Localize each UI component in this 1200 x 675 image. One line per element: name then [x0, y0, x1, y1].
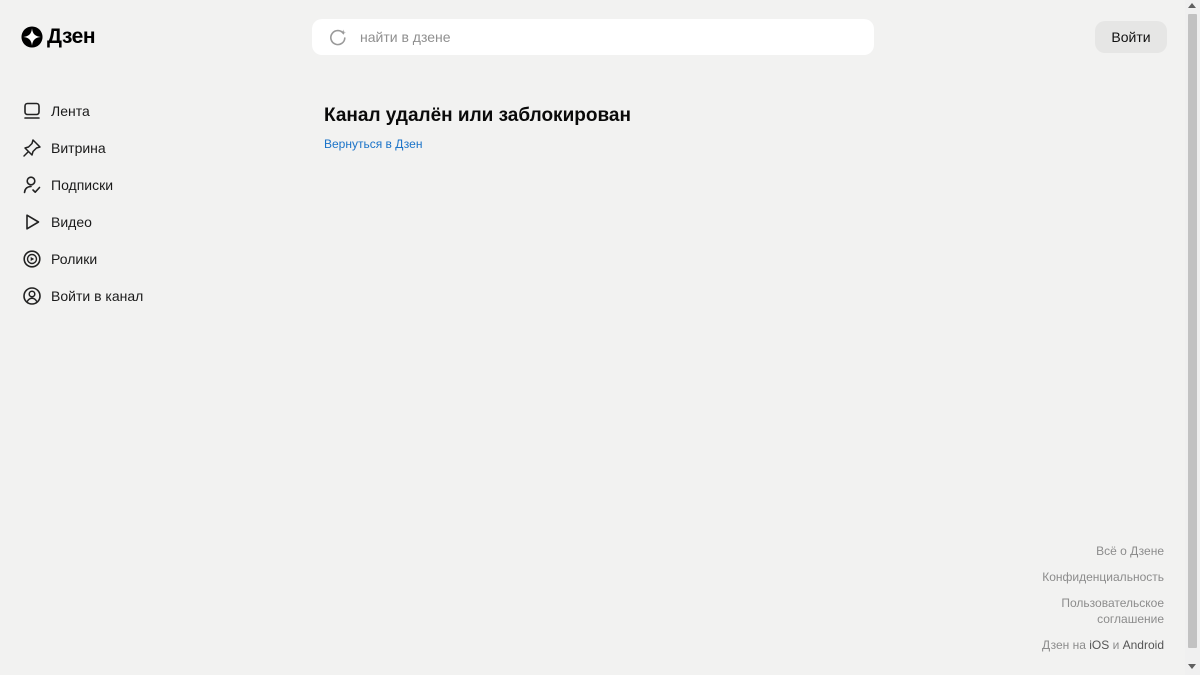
logo-text: Дзен: [47, 25, 96, 48]
dzen-logo[interactable]: Дзен: [21, 25, 96, 49]
sidebar-item-label: Ролики: [51, 250, 98, 267]
sidebar-item-showcase[interactable]: Витрина: [22, 129, 143, 166]
apps-prefix: Дзен на: [1042, 638, 1086, 652]
page-title: Канал удалён или заблокирован: [324, 105, 631, 126]
sidebar-item-label: Войти в канал: [51, 287, 144, 304]
terms-link[interactable]: Пользовательское соглашение: [1044, 595, 1164, 627]
apps-line: Дзен на iOS и Android: [1042, 637, 1164, 653]
sidebar-nav: Лента Витрина Подписки Видео Ролики Войт…: [22, 92, 143, 314]
search-icon: [330, 29, 346, 46]
profile-icon: [23, 286, 41, 305]
sidebar-item-shorts[interactable]: Ролики: [22, 240, 143, 277]
about-link[interactable]: Всё о Дзене: [1042, 543, 1164, 559]
android-link[interactable]: Android: [1123, 638, 1164, 652]
sidebar-item-label: Видео: [51, 213, 92, 230]
sidebar-item-login-channel[interactable]: Войти в канал: [22, 277, 143, 314]
ios-link[interactable]: iOS: [1089, 638, 1109, 652]
sidebar-item-video[interactable]: Видео: [22, 203, 143, 240]
search-bar[interactable]: [312, 19, 874, 55]
privacy-link[interactable]: Конфиденциальность: [1042, 569, 1164, 585]
scroll-down-arrow-icon[interactable]: [1188, 664, 1196, 669]
back-to-dzen-link[interactable]: Вернуться в Дзен: [324, 137, 422, 151]
scroll-up-arrow-icon[interactable]: [1188, 3, 1196, 8]
feed-icon: [24, 102, 40, 119]
subscriptions-icon: [23, 175, 41, 193]
footer-links: Всё о Дзене Конфиденциальность Пользоват…: [1042, 543, 1164, 653]
shorts-icon: [23, 249, 41, 268]
login-button[interactable]: Войти: [1095, 21, 1167, 53]
main-content: Канал удалён или заблокирован Вернуться …: [324, 104, 631, 153]
scrollbar[interactable]: [1185, 0, 1200, 675]
sidebar-item-label: Подписки: [51, 176, 114, 193]
sidebar-item-subscriptions[interactable]: Подписки: [22, 166, 143, 203]
apps-and: и: [1112, 638, 1120, 652]
sidebar-item-feed[interactable]: Лента: [22, 92, 143, 129]
scroll-thumb[interactable]: [1188, 14, 1197, 648]
dzen-logo-icon: [21, 26, 43, 48]
showcase-icon: [23, 138, 41, 157]
play-icon: [26, 213, 40, 230]
sidebar-item-label: Витрина: [51, 139, 106, 156]
search-input[interactable]: [360, 19, 860, 55]
page: Дзен Войти Лента: [0, 0, 1200, 675]
sidebar-item-label: Лента: [51, 102, 90, 119]
